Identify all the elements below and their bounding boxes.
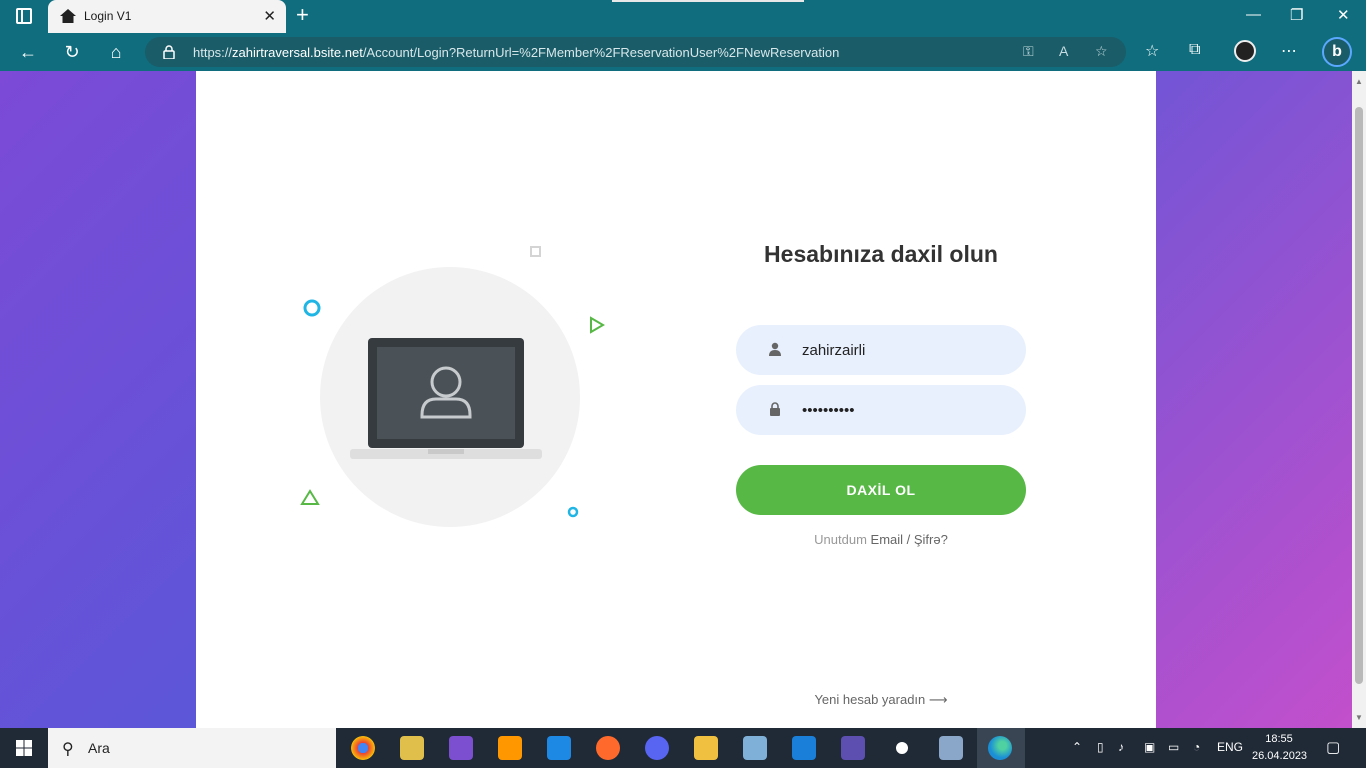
scroll-down-arrow-icon[interactable]: ▼ bbox=[1355, 713, 1363, 722]
user-icon bbox=[769, 342, 781, 356]
collections-icon[interactable]: ⧉ bbox=[1189, 41, 1200, 59]
system-clock[interactable]: 18:55 26.04.2023 bbox=[1252, 731, 1308, 765]
clock-time: 18:55 bbox=[1265, 733, 1293, 745]
app-hexagon-icon[interactable] bbox=[841, 736, 865, 760]
notifications-icon[interactable]: ▢ bbox=[1326, 738, 1340, 756]
search-icon: ⚲ bbox=[62, 741, 74, 758]
visual-studio-icon[interactable] bbox=[449, 736, 473, 760]
mail-icon[interactable] bbox=[792, 736, 816, 760]
read-aloud-icon[interactable]: A bbox=[1059, 43, 1068, 59]
database-icon[interactable] bbox=[939, 736, 963, 760]
close-window-button[interactable]: ✕ bbox=[1337, 6, 1350, 24]
taskbar-search[interactable]: ⚲ Ara bbox=[48, 728, 336, 768]
profile-avatar[interactable] bbox=[1234, 40, 1256, 62]
key-icon[interactable]: ⚿ bbox=[1023, 43, 1034, 60]
lock-icon bbox=[770, 402, 780, 416]
restore-button[interactable]: ❐ bbox=[1290, 6, 1303, 24]
favorites-icon[interactable]: ☆ bbox=[1145, 41, 1159, 61]
home-favicon-icon bbox=[60, 9, 76, 23]
forgot-link[interactable]: Email / Şifrə? bbox=[871, 532, 948, 547]
add-favorite-icon[interactable]: ☆ bbox=[1095, 43, 1108, 60]
navigation-bar: ← ↻ ⌂ https://zahirtraversal.bsite.net/A… bbox=[0, 33, 1366, 71]
postman-icon[interactable] bbox=[596, 736, 620, 760]
username-input[interactable] bbox=[802, 325, 1002, 375]
battery-icon[interactable]: ▭ bbox=[1168, 740, 1179, 754]
password-field[interactable] bbox=[736, 385, 1026, 435]
url-text[interactable]: https://zahirtraversal.bsite.net/Account… bbox=[193, 45, 839, 60]
bing-chat-icon[interactable]: b bbox=[1322, 37, 1352, 67]
arrow-right-icon: ⟶ bbox=[928, 692, 948, 707]
wifi-icon[interactable]: ◔ bbox=[1193, 740, 1200, 754]
home-button-icon[interactable]: ⌂ bbox=[104, 40, 128, 64]
camera-icon[interactable]: ▣ bbox=[1144, 740, 1155, 754]
show-hidden-icons-icon[interactable]: ⌃ bbox=[1072, 740, 1082, 754]
tab-actions-icon[interactable] bbox=[16, 8, 32, 24]
browser-tab[interactable]: Login V1 ✕ bbox=[48, 0, 286, 33]
chrome-icon[interactable] bbox=[351, 736, 375, 760]
computer-icon[interactable] bbox=[743, 736, 767, 760]
record-icon[interactable] bbox=[890, 736, 914, 760]
forgot-prefix: Unutdum bbox=[814, 532, 867, 547]
lock-icon bbox=[163, 45, 175, 59]
url-path: /Account/Login?ReturnUrl=%2FMember%2FRes… bbox=[362, 45, 840, 60]
tab-title: Login V1 bbox=[84, 9, 132, 23]
url-prefix: https:// bbox=[193, 45, 233, 60]
discord-icon[interactable] bbox=[645, 736, 669, 760]
clock-date: 26.04.2023 bbox=[1252, 750, 1308, 762]
login-button[interactable]: DAXİL OL bbox=[736, 465, 1026, 515]
edge-icon[interactable] bbox=[988, 736, 1012, 760]
minimize-button[interactable]: — bbox=[1246, 6, 1261, 23]
forgot-credentials: Unutdum Email / Şifrə? bbox=[736, 532, 1026, 547]
refresh-icon[interactable]: ↻ bbox=[60, 40, 84, 64]
windows-start-icon[interactable] bbox=[16, 740, 32, 756]
page-background: Hesabınıza daxil olun DAXİL OL Unutdum E… bbox=[0, 71, 1352, 728]
back-arrow-icon[interactable]: ← bbox=[16, 40, 40, 64]
search-placeholder: Ara bbox=[88, 740, 110, 756]
volume-icon[interactable]: ♪ bbox=[1118, 740, 1124, 754]
scrollbar-thumb[interactable] bbox=[1355, 107, 1363, 684]
more-options-icon[interactable]: ⋯ bbox=[1281, 41, 1297, 61]
password-input[interactable] bbox=[802, 385, 1002, 435]
browser-title-bar: Login V1 ✕ + — ❐ ✕ bbox=[0, 0, 1366, 33]
create-account-link[interactable]: Yeni hesab yaradın ⟶ bbox=[736, 692, 1026, 708]
new-tab-button[interactable]: + bbox=[296, 4, 309, 26]
url-host: zahirtraversal.bsite.net bbox=[232, 45, 363, 60]
login-title: Hesabınıza daxil olun bbox=[764, 241, 998, 267]
title-bar-drag-strip bbox=[612, 0, 804, 2]
usb-icon[interactable]: ▯ bbox=[1097, 740, 1104, 754]
address-bar[interactable]: https://zahirtraversal.bsite.net/Account… bbox=[145, 37, 1126, 67]
sublime-text-icon[interactable] bbox=[498, 736, 522, 760]
laptop-user-illustration bbox=[300, 246, 605, 527]
vscode-icon[interactable] bbox=[547, 736, 571, 760]
photo-app-icon[interactable] bbox=[400, 736, 424, 760]
username-field[interactable] bbox=[736, 325, 1026, 375]
login-card: Hesabınıza daxil olun DAXİL OL Unutdum E… bbox=[196, 71, 1156, 728]
close-tab-icon[interactable]: ✕ bbox=[263, 7, 276, 25]
file-explorer-icon[interactable] bbox=[694, 736, 718, 760]
create-account-label[interactable]: Yeni hesab yaradın bbox=[814, 692, 925, 707]
page-scrollbar[interactable]: ▲ ▼ bbox=[1352, 71, 1366, 728]
windows-taskbar: ⚲ Ara ⌃ ▯ ♪ ▣ ▭ ◔ ENG 18:55 26.04.2023 ▢ bbox=[0, 728, 1366, 768]
language-indicator[interactable]: ENG bbox=[1217, 740, 1243, 754]
scroll-up-arrow-icon[interactable]: ▲ bbox=[1355, 77, 1363, 86]
